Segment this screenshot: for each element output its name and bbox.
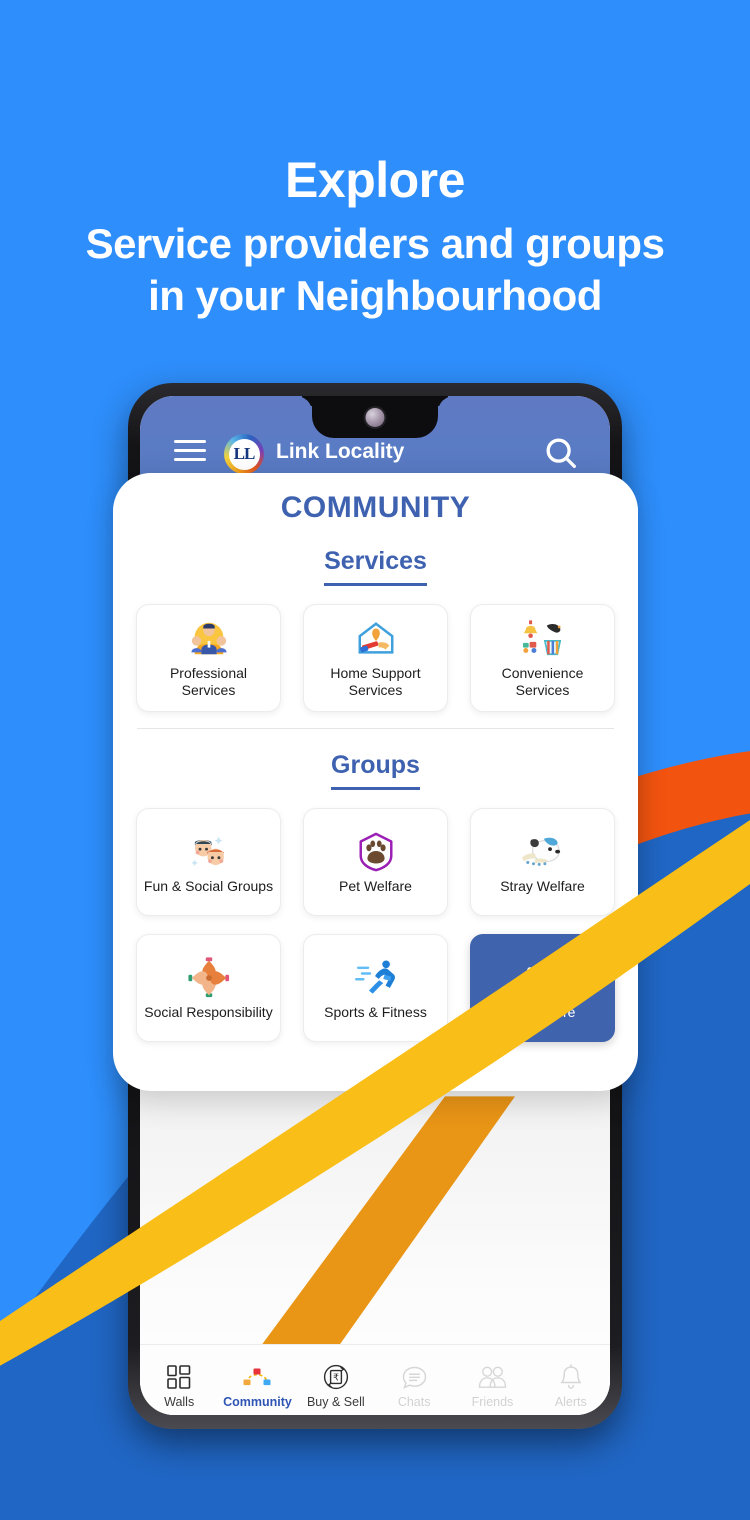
tile-label: Stray Welfare: [500, 877, 585, 894]
nav-label: Chats: [397, 1395, 431, 1409]
tile-fun-social-groups[interactable]: Fun & Social Groups: [136, 808, 281, 916]
tile-view-more[interactable]: View more: [470, 934, 615, 1042]
phone-notch: [312, 396, 438, 438]
section-heading-services: Services: [113, 547, 638, 586]
community-icon: [242, 1361, 272, 1393]
front-camera: [365, 408, 385, 427]
tile-label: Convenience Services: [501, 665, 584, 698]
tile-stray-welfare[interactable]: Stray Welfare: [470, 808, 615, 916]
fun-social-icon: [186, 830, 232, 874]
tile-label: Fun & Social Groups: [143, 877, 274, 894]
tile-convenience-services[interactable]: Convenience Services: [470, 604, 615, 712]
tile-sports-fitness[interactable]: Sports & Fitness: [303, 934, 448, 1042]
sports-fitness-icon: [353, 956, 399, 1000]
nav-item-walls[interactable]: Walls: [142, 1345, 217, 1415]
rupee-exchange-icon: ₹: [322, 1361, 350, 1393]
tile-pet-welfare[interactable]: Pet Welfare: [303, 808, 448, 916]
bottom-navigation-bar: Walls Community ₹ Buy & Sell Chats Frien…: [140, 1344, 610, 1415]
headline-line-1: Explore: [285, 152, 465, 208]
community-card: COMMUNITY Services Professional Services: [113, 473, 638, 1091]
nav-label: Buy & Sell: [306, 1395, 365, 1409]
social-responsibility-icon: [187, 956, 231, 1000]
svg-text:₹: ₹: [333, 1373, 339, 1384]
nav-label: Community: [223, 1395, 292, 1409]
bell-icon: [558, 1361, 584, 1393]
app-logo-text: LL: [228, 438, 260, 470]
stray-welfare-icon: [519, 830, 567, 874]
tile-social-responsibility[interactable]: Social Responsibility: [136, 934, 281, 1042]
nav-item-alerts[interactable]: Alerts: [533, 1345, 608, 1415]
nav-item-community[interactable]: Community: [220, 1345, 295, 1415]
tile-professional-services[interactable]: Professional Services: [136, 604, 281, 712]
nav-item-buy-sell[interactable]: ₹ Buy & Sell: [298, 1345, 373, 1415]
convenience-services-icon: [520, 617, 566, 661]
home-support-icon: [353, 617, 399, 661]
professional-services-icon: [186, 617, 232, 661]
section-heading-label: Groups: [331, 751, 420, 790]
nav-label: Walls: [164, 1395, 195, 1409]
section-heading-label: Services: [324, 547, 427, 586]
tile-label: Sports & Fitness: [324, 1003, 427, 1020]
tile-label: View more: [509, 1003, 576, 1020]
app-title: Link Locality: [276, 440, 405, 463]
section-divider: [137, 728, 614, 729]
hamburger-menu-icon[interactable]: [174, 440, 206, 462]
page-title: Explore Service providers and groups in …: [0, 150, 750, 322]
tile-home-support-services[interactable]: Home Support Services: [303, 604, 448, 712]
tile-label: Home Support Services: [330, 665, 421, 698]
nav-item-friends[interactable]: Friends: [455, 1345, 530, 1415]
nav-label: Alerts: [554, 1395, 587, 1409]
headline-line-3: in your Neighbourhood: [148, 272, 602, 319]
groups-tile-row-2: Social Responsibility Sports & Fitness V…: [113, 934, 638, 1042]
nav-item-chats[interactable]: Chats: [377, 1345, 452, 1415]
search-icon[interactable]: [542, 434, 580, 472]
nav-label: Friends: [471, 1395, 514, 1409]
chat-bubble-icon: [401, 1361, 428, 1393]
friends-icon: [477, 1361, 508, 1393]
tile-label: Professional Services: [169, 665, 248, 698]
app-logo[interactable]: LL: [224, 434, 264, 474]
tile-label: Social Responsibility: [144, 1003, 273, 1020]
card-title: COMMUNITY: [280, 491, 471, 524]
double-chevron-right-icon: [519, 956, 567, 1000]
services-tile-row: Professional Services Home Support Servi…: [113, 604, 638, 712]
tile-label: Pet Welfare: [339, 877, 412, 894]
headline-line-2: Service providers and groups: [85, 220, 665, 267]
section-heading-groups: Groups: [113, 751, 638, 790]
grid-icon: [166, 1361, 192, 1393]
pet-welfare-icon: [355, 830, 397, 874]
groups-tile-row-1: Fun & Social Groups Pet Welfare Stray We…: [113, 808, 638, 916]
